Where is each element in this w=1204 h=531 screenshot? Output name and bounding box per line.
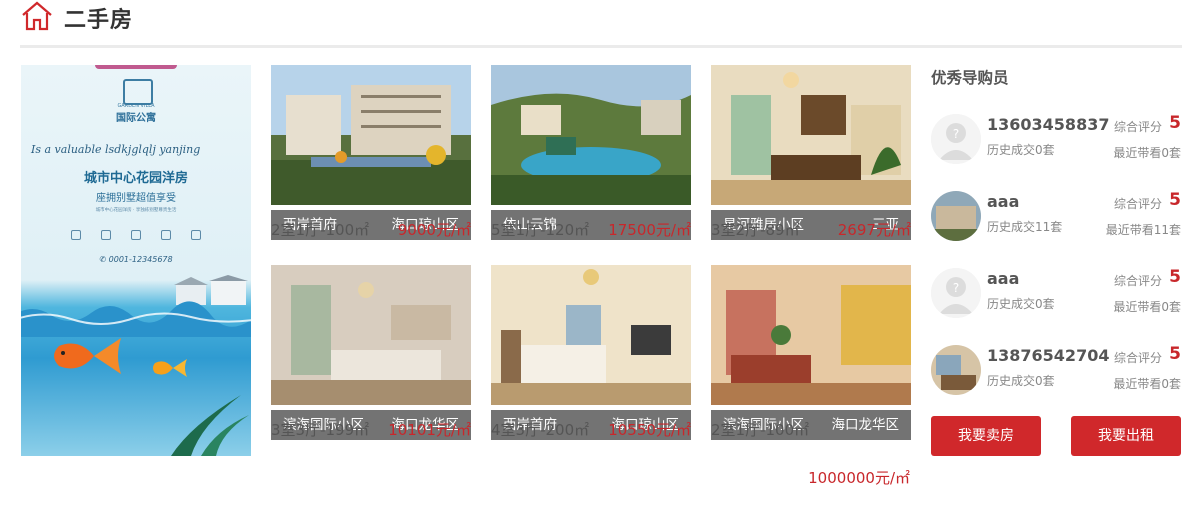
listing-price: 10550元/㎡ xyxy=(608,421,691,439)
agents-title: 优秀导购员 xyxy=(931,69,1009,87)
agent-recent-views: 最近带看0套 xyxy=(1113,377,1181,391)
agent-avatar[interactable] xyxy=(931,191,981,241)
agent-name[interactable]: 13603458837 xyxy=(987,115,1109,134)
listing-card[interactable]: 西岸首府 海口琼山区 4室3厅-200㎡ 10550元/㎡ xyxy=(491,265,691,440)
feature-icon xyxy=(161,230,171,240)
agent-rating-label: 综合评分 xyxy=(1113,274,1162,288)
listing-spec: 5室1厅-120㎡ xyxy=(491,221,590,239)
brand-logo-icon xyxy=(123,79,153,105)
listing-price: 10101元/㎡ xyxy=(388,421,471,439)
listing-card[interactable]: 西岸首府 海口琼山区 2室1厅-100㎡ 9000元/㎡ xyxy=(271,65,471,240)
listing-price: 1000000元/㎡ xyxy=(808,469,910,487)
agent-rating: 5 xyxy=(1169,344,1181,364)
listing-spec: 4室3厅-200㎡ xyxy=(491,421,590,439)
agent-name[interactable]: 13876542704 xyxy=(987,346,1109,365)
listing-spec: 2室1厅-100㎡ xyxy=(711,421,810,439)
agent-avatar-placeholder-icon[interactable]: ? xyxy=(931,268,981,318)
listing-photo[interactable] xyxy=(711,265,911,405)
banner-feature-icons xyxy=(71,230,201,242)
agent-rating-label: 综合评分 xyxy=(1113,197,1162,211)
section-header: 二手房 xyxy=(20,0,1182,48)
agent-recent-views: 最近带看0套 xyxy=(1113,146,1181,160)
banner-small-text: 城市中心花园洋房 · 享独栋别墅尊贵生活 xyxy=(95,208,177,213)
agent-rating-label: 综合评分 xyxy=(1113,351,1162,365)
agent-history: 历史成交0套 xyxy=(987,374,1055,388)
promo-banner[interactable]: GARDEN VILLA 国际公寓 Is a valuable lsdkjglq… xyxy=(21,65,251,456)
seaweed-illustration xyxy=(171,395,249,456)
listing-photo[interactable] xyxy=(271,65,471,205)
agent-item[interactable]: 13876542704 历史成交0套 综合评分 5 最近带看0套 xyxy=(931,344,1181,397)
listing-photo[interactable] xyxy=(491,65,691,205)
feature-icon xyxy=(131,230,141,240)
agent-rating-label: 综合评分 xyxy=(1113,120,1162,134)
feature-icon xyxy=(71,230,81,240)
listing-photo[interactable] xyxy=(491,265,691,405)
agent-rating: 5 xyxy=(1169,190,1181,210)
agent-item[interactable]: ? aaa 历史成交0套 综合评分 5 最近带看0套 xyxy=(931,267,1181,320)
listing-spec: 3室2厅-89㎡ xyxy=(711,221,800,239)
brand-name: 国际公寓 xyxy=(116,113,156,124)
agent-name[interactable]: aaa xyxy=(987,192,1019,211)
listing-price: 9000元/㎡ xyxy=(397,221,471,239)
agent-avatar-placeholder-icon[interactable]: ? xyxy=(931,114,981,164)
listing-photo[interactable] xyxy=(271,265,471,405)
agent-recent-views: 最近带看11套 xyxy=(1105,223,1181,237)
feature-icon xyxy=(191,230,201,240)
listing-spec: 2室1厅-100㎡ xyxy=(271,221,370,239)
agent-rating: 5 xyxy=(1169,113,1181,133)
listing-card[interactable]: 依山云锦 5室1厅-120㎡ 17500元/㎡ xyxy=(491,65,691,240)
agent-recent-views: 最近带看0套 xyxy=(1113,300,1181,314)
feature-icon xyxy=(101,230,111,240)
banner-script-text: Is a valuable lsdkjglqlj yanjing xyxy=(31,143,201,156)
listing-price: 2697元/㎡ xyxy=(837,221,911,239)
listing-card[interactable]: 滨海国际小区 海口龙华区 3室3厅-199㎡ 10101元/㎡ xyxy=(271,265,471,440)
rent-out-button[interactable]: 我要出租 xyxy=(1071,416,1181,456)
banner-top-bar xyxy=(95,65,177,69)
section-title: 二手房 xyxy=(64,8,134,33)
agent-item[interactable]: aaa 历史成交11套 综合评分 5 最近带看11套 xyxy=(931,190,1181,243)
agent-avatar[interactable] xyxy=(931,345,981,395)
agent-history: 历史成交0套 xyxy=(987,143,1055,157)
listing-card[interactable]: 星河雅居小区 三亚 3室2厅-89㎡ 2697元/㎡ xyxy=(711,65,911,240)
sell-house-button[interactable]: 我要卖房 xyxy=(931,416,1041,456)
listing-photo[interactable] xyxy=(711,65,911,205)
banner-headline: 城市中心花园洋房 xyxy=(83,171,188,186)
goldfish-illustration xyxy=(54,338,121,374)
agent-item[interactable]: ? 13603458837 历史成交0套 综合评分 5 最近带看0套 xyxy=(931,113,1181,166)
svg-text:?: ? xyxy=(953,127,959,141)
small-fish-illustration xyxy=(153,359,187,377)
banner-phone: ✆ 0001-12345678 xyxy=(99,255,173,264)
listing-card[interactable]: 滨海国际小区 海口龙华区 2室1厅-100㎡ xyxy=(711,265,911,440)
agent-history: 历史成交0套 xyxy=(987,297,1055,311)
agent-rating: 5 xyxy=(1169,267,1181,287)
listing-spec: 3室3厅-199㎡ xyxy=(271,421,370,439)
banner-subline: 座拥别墅超值享受 xyxy=(96,193,176,204)
listing-district: 海口龙华区 xyxy=(831,417,900,433)
svg-text:?: ? xyxy=(953,281,959,295)
agent-history: 历史成交11套 xyxy=(987,220,1063,234)
home-icon xyxy=(22,1,52,31)
agent-name[interactable]: aaa xyxy=(987,269,1019,288)
listing-price: 17500元/㎡ xyxy=(608,221,691,239)
